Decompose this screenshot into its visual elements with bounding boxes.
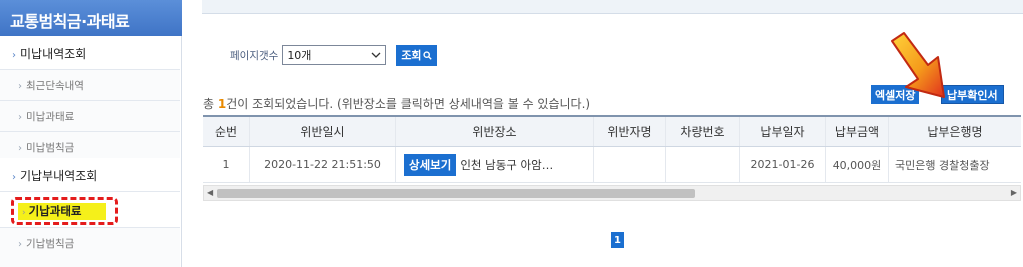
sidebar-item-unpaid-fine[interactable]: › 미납과태료 [0, 101, 180, 132]
page-count-select[interactable]: 10개 [282, 45, 387, 65]
payment-receipt-label: 납부확인서 [947, 88, 998, 102]
sidebar-item-label: 기납범칙금 [26, 238, 75, 250]
cell-car [666, 147, 740, 182]
scroll-right-icon[interactable]: ▶ [1011, 188, 1017, 197]
search-row: 페이지갯수 10개 조회 [230, 44, 437, 66]
cell-datetime: 2020-11-22 21:51:50 [250, 147, 396, 182]
col-bank: 납부은행명 [927, 125, 983, 139]
col-location: 위반장소 [396, 117, 594, 146]
page-button-current[interactable]: 1 [611, 232, 624, 248]
annotation-arrow-icon [891, 32, 945, 98]
col-car: 차량번호 [666, 117, 740, 146]
chevron-right-icon: › [12, 50, 16, 61]
sidebar-item-recent[interactable]: › 최근단속내역 [0, 70, 180, 101]
query-button-label: 조회 [401, 49, 422, 62]
sidebar-title: 교통범칙금·과태료 [0, 0, 182, 36]
table-header: 순번 위반일시 위반장소 위반자명 차량번호 납부일자 납부금액 납부은행명 [203, 115, 1021, 147]
cell-amount: 40,000원 [826, 147, 889, 182]
cell-pay-date: 2021-01-26 [740, 147, 826, 182]
sidebar-item-unpaid[interactable]: › 미납내역조회 [0, 36, 180, 70]
result-prefix: 총 [203, 97, 218, 111]
chevron-right-icon: › [18, 81, 22, 92]
annotation-dashed-box [11, 197, 118, 225]
chevron-right-icon: › [18, 239, 22, 250]
sidebar-item-paid[interactable]: › 기납부내역조회 [0, 158, 180, 192]
chevron-down-icon [371, 52, 381, 58]
cell-name [594, 147, 666, 182]
col-amount: 납부금액 [826, 117, 889, 146]
horizontal-scrollbar[interactable]: ◀ ▶ [203, 185, 1021, 201]
sidebar-item-label: 최근단속내역 [26, 80, 84, 92]
col-no: 순번 [203, 117, 250, 146]
results-table: 순번 위반일시 위반장소 위반자명 차량번호 납부일자 납부금액 납부은행명 1… [203, 115, 1021, 183]
chevron-right-icon: › [18, 143, 22, 154]
top-banner [202, 0, 1023, 14]
chevron-right-icon: › [12, 172, 16, 183]
result-suffix: 건이 조회되었습니다. (위반장소를 클릭하면 상세내역을 볼 수 있습니다.) [226, 97, 591, 111]
sidebar-item-label: 미납내역조회 [20, 47, 87, 61]
scroll-left-icon[interactable]: ◀ [207, 188, 213, 197]
search-icon [422, 50, 432, 60]
scrollbar-thumb[interactable] [217, 189, 695, 198]
page-count-label: 페이지갯수 [230, 49, 279, 62]
sidebar-item-label: 기납부내역조회 [20, 169, 98, 183]
location-link[interactable]: 인천 남동구 아암… [460, 157, 553, 173]
sidebar: 교통범칙금·과태료 › 미납내역조회 › 최근단속내역 › 미납과태료 › 미납범칙금 … [0, 0, 182, 267]
col-datetime: 위반일시 [250, 117, 396, 146]
sidebar-item-label: 미납과태료 [26, 111, 75, 123]
cell-bank: 국민은행 경찰청출장 [895, 158, 990, 172]
table-row[interactable]: 1 2020-11-22 21:51:50 상세보기 인천 남동구 아암… 20… [203, 147, 1021, 183]
sidebar-item-label: 미납범칙금 [26, 142, 75, 154]
sidebar-item-paid-penalty[interactable]: › 기납범칙금 [0, 228, 180, 267]
result-count: 1 [217, 97, 227, 111]
cell-no: 1 [203, 147, 250, 182]
detail-view-button[interactable]: 상세보기 [404, 153, 457, 176]
query-button[interactable]: 조회 [396, 44, 437, 66]
payment-receipt-button[interactable]: 납부확인서 [941, 85, 1004, 104]
col-name: 위반자명 [594, 117, 666, 146]
cell-location: 상세보기 인천 남동구 아암… [396, 147, 594, 182]
col-pay-date: 납부일자 [740, 117, 826, 146]
page-count-value: 10개 [287, 49, 312, 62]
chevron-right-icon: › [18, 112, 22, 123]
result-summary: 총 1건이 조회되었습니다. (위반장소를 클릭하면 상세내역을 볼 수 있습니… [203, 95, 590, 112]
